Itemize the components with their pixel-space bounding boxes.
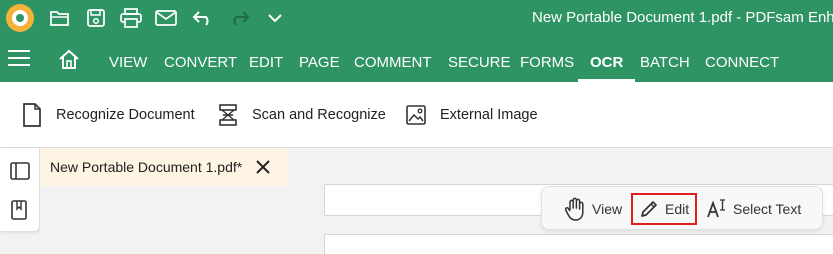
- hamburger-menu-icon[interactable]: [8, 50, 30, 68]
- window-title: New Portable Document 1.pdf - PDFsam Enh…: [532, 9, 833, 26]
- select-text-mode-button[interactable]: Select Text: [707, 193, 801, 225]
- mail-icon[interactable]: [154, 6, 178, 30]
- panel-toggle-icon[interactable]: [10, 162, 30, 182]
- external-image-label: External Image: [440, 107, 538, 123]
- chevron-down-icon[interactable]: [263, 6, 287, 30]
- text-cursor-icon: [707, 199, 725, 218]
- menu-tab-connect[interactable]: CONNECT: [705, 36, 779, 82]
- print-icon[interactable]: [119, 6, 143, 30]
- close-icon[interactable]: [254, 158, 272, 176]
- document-tab-label: New Portable Document 1.pdf*: [50, 159, 243, 175]
- menu-tab-secure[interactable]: SECURE: [448, 36, 511, 82]
- view-mode-button[interactable]: View: [564, 193, 622, 225]
- app-logo-icon[interactable]: [6, 4, 34, 32]
- mode-toolbar: View Edit Select Text: [541, 186, 823, 230]
- recognize-document-label: Recognize Document: [56, 107, 195, 123]
- menu-tab-batch[interactable]: BATCH: [640, 36, 690, 82]
- bookmark-icon[interactable]: [10, 200, 30, 220]
- menu-tab-view[interactable]: VIEW: [109, 36, 147, 82]
- menu-tab-convert[interactable]: CONVERT: [164, 36, 237, 82]
- pencil-icon: [641, 201, 657, 217]
- edit-mode-label: Edit: [665, 201, 690, 217]
- left-sidebar: [0, 148, 40, 232]
- recognize-document-button[interactable]: Recognize Document: [22, 102, 195, 128]
- image-icon: [406, 105, 426, 125]
- menu-tab-forms[interactable]: FORMS: [520, 36, 574, 82]
- save-icon[interactable]: [84, 6, 108, 30]
- document-icon: [23, 103, 41, 127]
- select-text-mode-label: Select Text: [733, 201, 802, 217]
- open-folder-icon[interactable]: [48, 6, 72, 30]
- scan-and-recognize-button[interactable]: Scan and Recognize: [218, 102, 386, 128]
- menu-tab-ocr[interactable]: OCR: [577, 36, 636, 82]
- menu-tab-page[interactable]: PAGE: [299, 36, 340, 82]
- menu-tab-edit[interactable]: EDIT: [249, 36, 283, 82]
- menu-tab-comment[interactable]: COMMENT: [354, 36, 432, 82]
- ocr-ribbon: Recognize Document Scan and Recognize Ex…: [0, 82, 833, 148]
- external-image-button[interactable]: External Image: [406, 102, 538, 128]
- edit-mode-button[interactable]: Edit: [631, 193, 698, 225]
- redo-icon[interactable]: [227, 6, 251, 30]
- menu-bar: VIEW CONVERT EDIT PAGE COMMENT SECURE FO…: [0, 36, 833, 82]
- view-mode-label: View: [592, 201, 623, 217]
- hand-icon: [564, 197, 584, 221]
- document-page: [324, 234, 833, 254]
- scan-and-recognize-label: Scan and Recognize: [252, 107, 386, 123]
- title-bar: New Portable Document 1.pdf - PDFsam Enh…: [0, 0, 833, 36]
- document-tab[interactable]: New Portable Document 1.pdf*: [40, 148, 288, 186]
- undo-icon[interactable]: [191, 6, 215, 30]
- scanner-icon: [219, 104, 237, 126]
- home-icon[interactable]: [58, 49, 80, 69]
